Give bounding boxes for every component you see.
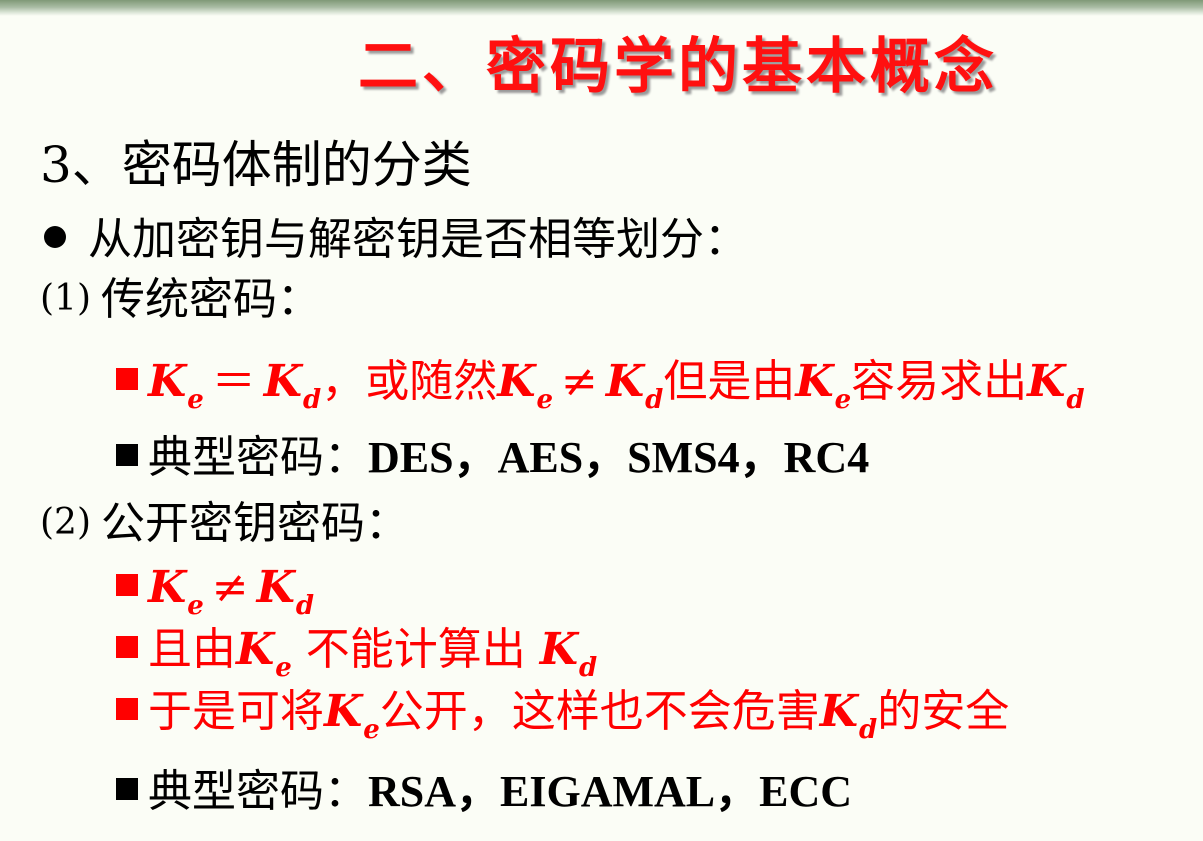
criterion-row: 从加密钥与解密钥是否相等划分： xyxy=(44,218,748,262)
key-kd: Kd xyxy=(263,356,322,415)
key-kd: Kd xyxy=(256,562,315,621)
red-square-bullet-icon xyxy=(116,698,138,720)
key-ke: Ke xyxy=(236,624,292,683)
item2-label: 公开密钥密码： xyxy=(101,498,409,549)
relation-text-3: 容易求出 xyxy=(851,356,1028,407)
item2-key-relation: Ke ≠ Kd xyxy=(116,566,314,619)
public-key-mid: 公开，这样也不会危害 xyxy=(379,686,820,737)
typical-algorithms: DES，AES，SMS4，RC4 xyxy=(368,433,870,482)
item2-number: (2) xyxy=(40,502,91,543)
key-ke: Ke xyxy=(795,356,852,415)
not-equal-sign: ≠ xyxy=(211,562,249,613)
section-heading: 3、密码体制的分类 xyxy=(40,136,472,194)
item1-key-relation: Ke ＝ Kd，或随然Ke ≠ Kd但是由Ke容易求出Kd xyxy=(116,360,1085,413)
red-square-bullet-icon xyxy=(116,636,138,658)
red-square-bullet-icon xyxy=(116,368,138,390)
relation-text-1: ，或随然 xyxy=(321,356,498,407)
item2-cannot-compute: 且由Ke 不能计算出 Kd xyxy=(116,628,597,681)
not-equal-sign: ≠ xyxy=(561,356,598,407)
public-key-end: 的安全 xyxy=(877,686,1010,737)
item2-typical: 典型密码：RSA，EIGAMAL，ECC xyxy=(116,770,852,814)
typical-prefix: 典型密码： xyxy=(148,766,368,817)
typical-algorithms: RSA，EIGAMAL，ECC xyxy=(368,767,853,816)
key-kd: Kd xyxy=(539,624,598,683)
key-ke: Ke xyxy=(324,686,380,745)
item1-number: (1) xyxy=(40,278,91,319)
red-square-bullet-icon xyxy=(116,574,138,596)
item1-label: 传统密码： xyxy=(101,274,321,325)
key-kd: Kd xyxy=(819,686,878,745)
item1-heading: (1) 传统密码： xyxy=(40,278,321,322)
key-ke: Ke xyxy=(497,356,554,415)
key-ke: Ke xyxy=(148,356,204,415)
key-kd: Kd xyxy=(1027,356,1085,415)
public-key-pre: 于是可将 xyxy=(148,686,324,737)
typical-prefix: 典型密码： xyxy=(148,432,368,483)
cannot-compute-pre: 且由 xyxy=(148,624,236,675)
item1-typical: 典型密码：DES，AES，SMS4，RC4 xyxy=(116,436,869,480)
key-kd: Kd xyxy=(605,356,664,415)
key-ke: Ke xyxy=(148,562,204,621)
criterion-text: 从加密钥与解密钥是否相等划分： xyxy=(88,214,748,265)
page-title: 二、密码学的基本概念 xyxy=(358,32,998,102)
bullet-dot-icon xyxy=(44,226,66,248)
cannot-compute-mid: 不能计算出 xyxy=(291,624,540,675)
black-square-bullet-icon xyxy=(116,778,138,800)
equals-sign: ＝ xyxy=(211,356,256,407)
header-band xyxy=(0,0,1203,16)
relation-text-2: 但是由 xyxy=(663,356,796,407)
item2-heading: (2) 公开密钥密码： xyxy=(40,502,409,546)
item2-public-key: 于是可将Ke公开，这样也不会危害Kd的安全 xyxy=(116,690,1009,743)
black-square-bullet-icon xyxy=(116,444,138,466)
